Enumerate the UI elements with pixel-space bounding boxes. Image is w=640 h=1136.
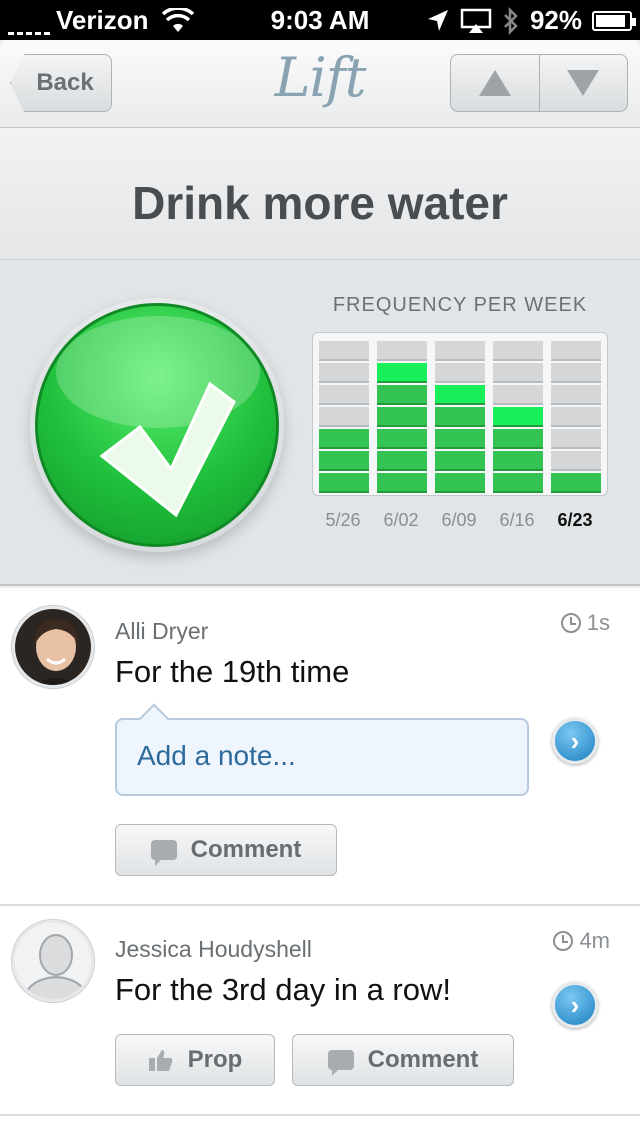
submit-note-button[interactable]: › — [552, 718, 598, 764]
view-details-button[interactable]: › — [552, 982, 598, 1028]
comment-button-label: Comment — [190, 836, 302, 863]
chart-bar-cell — [319, 341, 369, 361]
timestamp: 1s — [560, 610, 610, 636]
next-button[interactable] — [540, 55, 628, 111]
comment-icon — [327, 1050, 354, 1076]
chart-bar-cell — [435, 407, 485, 427]
chart-title: FREQUENCY PER WEEK — [332, 294, 588, 316]
chart-bar — [551, 341, 601, 495]
chart-bar-cell — [493, 341, 543, 361]
chart-bar-cell — [435, 451, 485, 471]
bluetooth-icon — [504, 6, 518, 35]
chart-bar — [319, 341, 369, 495]
battery-icon — [592, 10, 636, 31]
note-input[interactable]: Add a note... — [115, 718, 529, 796]
chart-bar-cell — [377, 407, 427, 427]
thumbs-up-icon — [148, 1050, 172, 1071]
feed-item: Alli Dryer For the 19th time 1s Add a no… — [0, 588, 640, 906]
chart-bar-cell — [493, 385, 543, 405]
activity-text: For the 3rd day in a row! — [115, 972, 451, 1007]
chart-bar-cell — [377, 341, 427, 361]
chart-bar-cell — [493, 407, 543, 427]
avatar[interactable] — [12, 920, 94, 1002]
status-right: 92% — [426, 5, 636, 36]
chart-x-tick-label: 6/09 — [441, 510, 477, 530]
navigation-bar: Back Lift — [0, 40, 640, 128]
chart-bar-cell — [319, 451, 369, 471]
chart-x-tick-label: 6/23 — [557, 510, 593, 530]
chart-bar-cell — [551, 473, 601, 493]
chart-bar-cell — [493, 451, 543, 471]
arrow-down-icon — [567, 70, 600, 96]
habit-header: Drink more water — [0, 128, 640, 260]
chart-x-tick-label: 5/26 — [325, 510, 361, 530]
activity-text: For the 19th time — [115, 654, 350, 689]
chart-bar-cell — [551, 451, 601, 471]
chart-bar-cell — [551, 363, 601, 383]
chart-x-tick-label: 6/16 — [499, 510, 535, 530]
avatar[interactable] — [12, 606, 94, 688]
chart-bar-cell — [435, 473, 485, 493]
user-name: Jessica Houdyshell — [115, 936, 312, 962]
chart-bar — [493, 341, 543, 495]
chevron-right-icon: › — [570, 725, 580, 756]
chart-bar-cell — [493, 363, 543, 383]
previous-next-control — [450, 54, 628, 112]
chart-bar-cell — [435, 341, 485, 361]
feed-item — [0, 1116, 640, 1136]
activity-feed: Alli Dryer For the 19th time 1s Add a no… — [0, 588, 640, 1136]
comment-button[interactable]: Comment — [292, 1034, 514, 1086]
user-name: Alli Dryer — [115, 618, 209, 644]
chart-bar-cell — [319, 363, 369, 383]
status-bar: Verizon 9:03 AM 92% — [0, 0, 640, 40]
timestamp: 4m — [553, 928, 610, 954]
chart-bar-cell — [551, 341, 601, 361]
comment-button-label: Comment — [367, 1046, 479, 1073]
clock-icon — [560, 613, 581, 633]
chevron-right-icon: › — [570, 989, 580, 1020]
chart-bar-cell — [319, 407, 369, 427]
chart-bar-cell — [319, 473, 369, 493]
prop-button-label: Prop — [187, 1046, 243, 1073]
checkmark-icon — [99, 381, 236, 518]
chart-bar — [435, 341, 485, 495]
check-in-button-face — [35, 303, 279, 547]
chart-bar — [377, 341, 427, 495]
clock-icon — [553, 931, 574, 951]
check-in-button[interactable] — [30, 298, 284, 552]
chart-x-tick-label: 6/02 — [383, 510, 419, 530]
prop-button[interactable]: Prop — [115, 1034, 275, 1086]
chart-bar-cell — [377, 385, 427, 405]
chart-bar-cell — [377, 363, 427, 383]
chart-bar-cell — [377, 429, 427, 449]
habit-stats: FREQUENCY PER WEEK 5/26 6/02 6/09 6/16 6/23 — [0, 260, 640, 586]
previous-button[interactable] — [451, 55, 540, 111]
chart-bar-cell — [377, 473, 427, 493]
time-ago: 4m — [579, 928, 610, 953]
comment-icon — [150, 840, 177, 866]
chart-bar-cell — [551, 385, 601, 405]
chart-bar-cell — [493, 429, 543, 449]
user-photo — [15, 609, 91, 685]
chart-bar-cell — [551, 429, 601, 449]
chart-bar-cell — [551, 407, 601, 427]
comment-button[interactable]: Comment — [115, 824, 337, 876]
feed-item: Jessica Houdyshell For the 3rd day in a … — [0, 906, 640, 1116]
time-ago: 1s — [586, 610, 610, 635]
location-arrow-icon — [427, 9, 448, 31]
chart-bar-cell — [319, 429, 369, 449]
arrow-up-icon — [478, 70, 511, 96]
chart-bar-cell — [493, 473, 543, 493]
chart-bar-cell — [435, 363, 485, 383]
chart-bar-cell — [377, 451, 427, 471]
battery-percent: 92% — [529, 5, 582, 35]
airplay-icon — [460, 8, 492, 33]
chart-bar-cell — [435, 385, 485, 405]
default-avatar-icon — [15, 923, 91, 999]
frequency-chart — [312, 332, 608, 496]
page-title: Drink more water — [132, 177, 508, 229]
chart-bar-cell — [319, 385, 369, 405]
chart-bar-cell — [435, 429, 485, 449]
